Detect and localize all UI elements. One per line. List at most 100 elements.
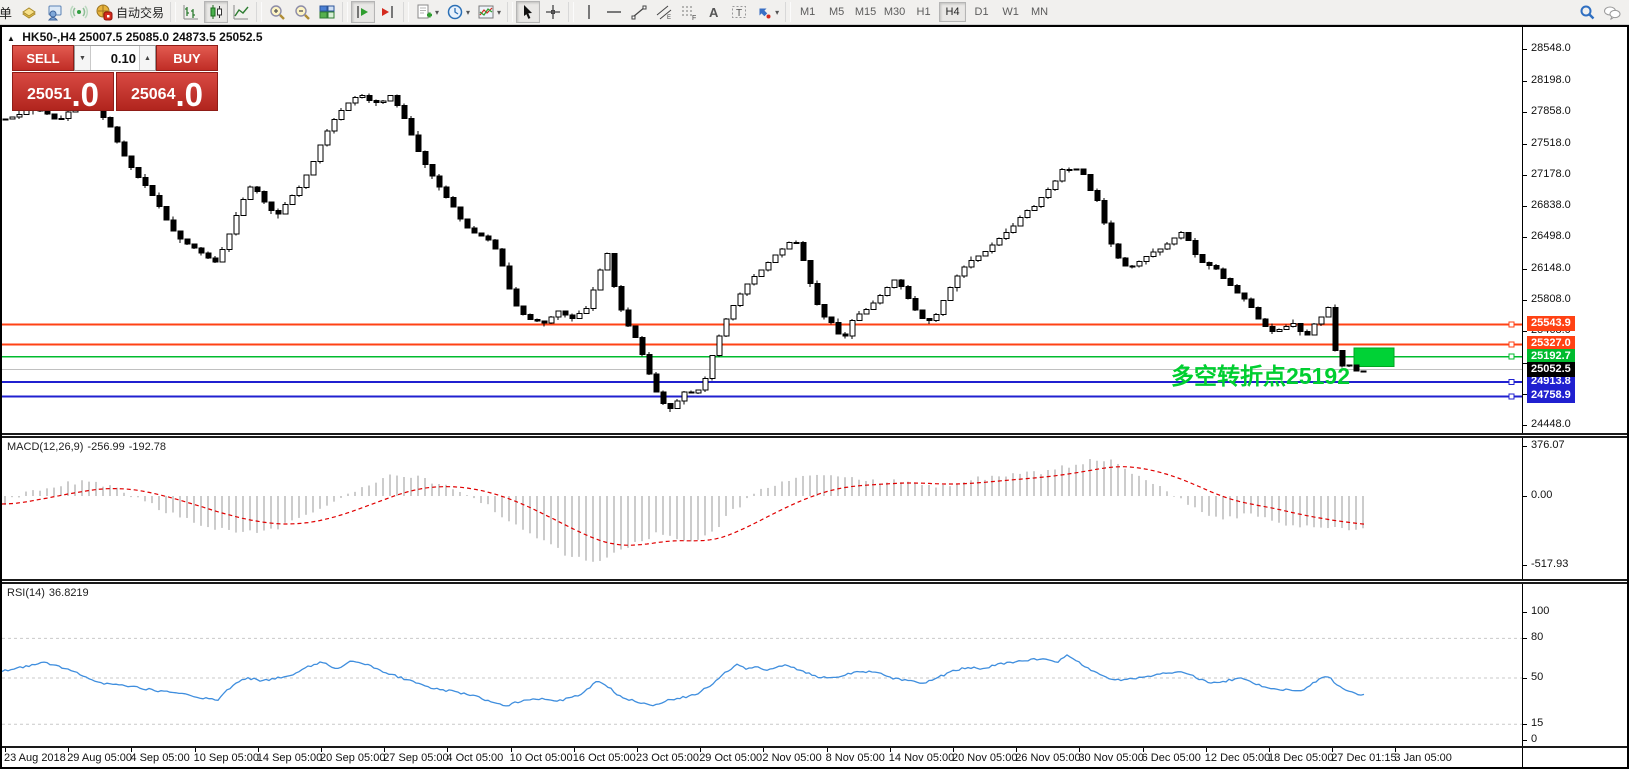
axis-tick-mark <box>1523 724 1527 725</box>
chart-shift-button[interactable] <box>376 1 400 23</box>
time-label: 3 Jan 05:00 <box>1394 752 1452 764</box>
timeframe-button-w1[interactable]: W1 <box>997 2 1024 22</box>
trendline-button[interactable] <box>627 1 651 23</box>
price-tick-label: 27858.0 <box>1531 105 1571 117</box>
collapse-triangle-icon[interactable]: ▲ <box>7 34 15 43</box>
arrows-button[interactable]: ▾ <box>752 1 782 23</box>
price-tick-label: 26148.0 <box>1531 262 1571 274</box>
axis-tick-mark <box>1523 175 1527 176</box>
volume-decrease-button[interactable]: ▼ <box>75 46 91 70</box>
timeframe-button-h1[interactable]: H1 <box>910 2 937 22</box>
chat-button[interactable] <box>1599 1 1625 23</box>
horizontal-line-button[interactable] <box>602 1 626 23</box>
pane-separator[interactable] <box>2 433 1627 438</box>
price-tick-label: 26838.0 <box>1531 199 1571 211</box>
timeframe-group: M1M5M15M30H1H4D1W1MN <box>794 2 1053 22</box>
toolbar-separator <box>507 2 513 22</box>
vertical-line-icon <box>580 3 598 21</box>
text-button[interactable]: A <box>702 1 726 23</box>
axis-tick-mark <box>1523 565 1527 566</box>
time-label: 20 Nov 05:00 <box>952 752 1017 764</box>
buy-button[interactable]: BUY <box>156 45 218 71</box>
time-label: 6 Dec 05:00 <box>1142 752 1201 764</box>
time-axis-separator <box>2 746 1627 748</box>
macd-label: MACD(12,26,9)-256.99-192.78 <box>7 441 170 453</box>
zoom-in-button[interactable] <box>265 1 289 23</box>
timeframe-button-mn[interactable]: MN <box>1026 2 1053 22</box>
pivot-annotation-box[interactable] <box>1354 348 1394 366</box>
axis-tick-mark <box>1523 49 1527 50</box>
volume-increase-button[interactable]: ▲ <box>139 46 155 70</box>
time-label: 23 Oct 05:00 <box>636 752 699 764</box>
level-line-handle[interactable] <box>1509 342 1514 347</box>
axis-tick-mark <box>1523 331 1527 332</box>
time-label: 2 Nov 05:00 <box>762 752 821 764</box>
dropdown-caret-icon: ▾ <box>466 8 470 17</box>
price-axis[interactable]: 28548.028198.027858.027518.027178.026838… <box>1522 27 1627 767</box>
macd-tick-label: -517.93 <box>1531 558 1568 570</box>
chart-title: ▲ HK50-,H4 25007.5 25085.0 24873.5 25052… <box>7 30 263 44</box>
svg-text:A: A <box>709 5 719 20</box>
autotrading-button[interactable]: 自动交易 <box>92 1 167 23</box>
auto-scroll-button[interactable] <box>351 1 375 23</box>
level-line-handle[interactable] <box>1509 354 1514 359</box>
axis-tick-mark <box>1523 446 1527 447</box>
time-axis[interactable]: 23 Aug 201829 Aug 05:004 Sep 05:0010 Sep… <box>2 748 1522 767</box>
signals-button[interactable] <box>67 1 91 23</box>
sell-price-box[interactable]: 25051 .0 <box>12 72 114 111</box>
axis-tick-mark <box>1523 496 1527 497</box>
level-line-handle[interactable] <box>1509 322 1514 327</box>
chart-shift-icon <box>379 3 397 21</box>
price-tick-label: 26498.0 <box>1531 230 1571 242</box>
equidistant-channel-button[interactable]: E <box>652 1 676 23</box>
profile-icon <box>45 3 63 21</box>
level-line-handle[interactable] <box>1509 380 1514 385</box>
buy-price-box[interactable]: 25064 .0 <box>116 72 218 111</box>
top-toolbar: 单 自动交易 <box>0 0 1629 25</box>
fibonacci-button[interactable]: F <box>677 1 701 23</box>
timeframe-button-m30[interactable]: M30 <box>881 2 908 22</box>
candlestick-icon <box>207 3 225 21</box>
tile-windows-button[interactable] <box>315 1 339 23</box>
high-value: 25085.0 <box>126 30 169 44</box>
sell-button[interactable]: SELL <box>12 45 74 71</box>
timeframe-button-h4[interactable]: H4 <box>939 2 966 22</box>
text-label-button[interactable]: T <box>727 1 751 23</box>
line-chart-button[interactable] <box>229 1 253 23</box>
search-button[interactable] <box>1575 1 1599 23</box>
crosshair-button[interactable] <box>541 1 565 23</box>
buy-price-main: 25064 <box>131 86 176 104</box>
timeframe-button-d1[interactable]: D1 <box>968 2 995 22</box>
periods-button[interactable]: ▾ <box>443 1 473 23</box>
templates-button[interactable]: ▾ <box>474 1 504 23</box>
trade-panel-price-row: 25051 .0 25064 .0 <box>12 72 218 111</box>
current-price-label: 25052.5 <box>1527 362 1575 377</box>
timeframe-button-m15[interactable]: M15 <box>852 2 879 22</box>
pane-separator[interactable] <box>2 579 1627 584</box>
price-tick-label: 28198.0 <box>1531 74 1571 86</box>
time-label: 4 Sep 05:00 <box>130 752 189 764</box>
chat-icon <box>1602 3 1622 21</box>
cursor-button[interactable] <box>516 1 540 23</box>
timeframe-button-m1[interactable]: M1 <box>794 2 821 22</box>
level-line-handle[interactable] <box>1509 394 1514 399</box>
journal-button[interactable] <box>17 1 41 23</box>
line-chart-icon <box>232 3 250 21</box>
rsi-tick-label: 0 <box>1531 733 1537 745</box>
volume-input[interactable] <box>91 46 139 70</box>
text-a-icon: A <box>705 3 723 21</box>
trendline-icon <box>630 3 648 21</box>
indicators-button[interactable]: ▾ <box>412 1 442 23</box>
fibonacci-icon: F <box>680 3 698 21</box>
profiles-button[interactable] <box>42 1 66 23</box>
text-label-icon: T <box>730 3 748 21</box>
candlestick-chart-button[interactable] <box>204 1 228 23</box>
bar-chart-button[interactable] <box>179 1 203 23</box>
timeframe-button-m5[interactable]: M5 <box>823 2 850 22</box>
svg-text:E: E <box>667 15 671 21</box>
vertical-line-button[interactable] <box>577 1 601 23</box>
new-order-button[interactable]: 单 <box>0 1 16 23</box>
zoom-out-button[interactable] <box>290 1 314 23</box>
time-label: 10 Sep 05:00 <box>194 752 259 764</box>
cursor-icon <box>519 3 537 21</box>
